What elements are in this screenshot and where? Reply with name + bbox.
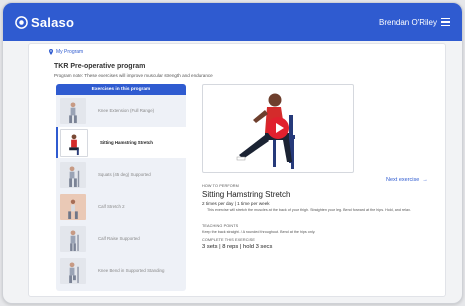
- list-item-active[interactable]: Sitting Hamstring Stretch: [56, 127, 186, 158]
- top-bar: Salaso Brendan O'Riley: [3, 3, 462, 41]
- exercise-frequency: 2 times per day | 1 time per week: [202, 201, 270, 206]
- brand-name: Salaso: [31, 14, 75, 30]
- breadcrumb-label: My Program: [56, 49, 84, 55]
- brand[interactable]: Salaso: [15, 15, 74, 30]
- user-name[interactable]: Brendan O'Riley: [379, 18, 437, 27]
- program-note: Program note: These exercises will impro…: [54, 73, 213, 78]
- app-window: Salaso Brendan O'Riley My Program TKR Pr…: [2, 2, 463, 304]
- play-icon[interactable]: [267, 117, 289, 139]
- teaching-points: Keep the back straight. / A rounded thro…: [202, 230, 316, 234]
- exercise-thumbnail: [60, 97, 86, 124]
- person-figure-icon: [69, 101, 77, 123]
- teaching-points-label: TEACHING POINTS: [202, 224, 239, 228]
- list-item[interactable]: Knee Extension (Full Range): [56, 95, 186, 126]
- person-figure-icon: [70, 229, 79, 251]
- exercise-thumbnail: [60, 225, 86, 252]
- exercise-thumbnail: [60, 128, 88, 157]
- menu-icon[interactable]: [441, 18, 450, 26]
- exercise-thumbnail: [60, 193, 86, 220]
- person-figure-icon: [69, 261, 79, 283]
- exercise-parameters: 3 sets | 8 reps | hold 3 secs: [202, 244, 273, 250]
- exercise-label: Calf Stretch 2: [98, 203, 125, 209]
- exercise-name: Sitting Hamstring Stretch: [202, 190, 291, 199]
- exercise-list-heading: Exercises in this program: [56, 84, 186, 95]
- exercise-thumbnail: [60, 161, 86, 188]
- parameters-label: COMPLETE THIS EXERCISE: [202, 238, 255, 242]
- pin-icon: [49, 49, 53, 55]
- exercise-label: Knee Extension (Full Range): [98, 107, 155, 113]
- how-to-label: HOW TO PERFORM: [202, 184, 239, 188]
- next-exercise-link[interactable]: Next exercise →: [386, 177, 428, 183]
- arrow-right-icon: →: [420, 177, 428, 183]
- list-item[interactable]: Squats (45 deg) Supported: [56, 159, 186, 190]
- program-title: TKR Pre-operative program: [54, 63, 146, 70]
- next-exercise-label: Next exercise: [386, 177, 420, 183]
- person-figure-icon: [68, 199, 78, 219]
- list-item[interactable]: Calf Stretch 2: [56, 191, 186, 222]
- exercise-description: This exercise will stretch the muscles a…: [207, 208, 411, 212]
- exercise-label: Squats (45 deg) Supported: [98, 171, 151, 177]
- program-card: My Program TKR Pre-operative program Pro…: [28, 43, 446, 297]
- exercise-thumbnail: [60, 257, 86, 284]
- exercise-label: Knee Bend in Supported Standing: [98, 267, 165, 273]
- exercise-label: Calf Raise Supported: [98, 235, 140, 241]
- person-figure-icon: [69, 165, 80, 187]
- list-item[interactable]: Calf Raise Supported: [56, 223, 186, 254]
- exercise-list: Exercises in this program Knee Extension…: [56, 84, 186, 291]
- salaso-logo-icon: [15, 15, 28, 29]
- list-item[interactable]: Knee Bend in Supported Standing: [56, 255, 186, 286]
- exercise-label: Sitting Hamstring Stretch: [100, 139, 153, 145]
- person-figure-icon: [69, 133, 79, 155]
- exercise-video[interactable]: [202, 84, 354, 173]
- breadcrumb[interactable]: My Program: [49, 49, 83, 55]
